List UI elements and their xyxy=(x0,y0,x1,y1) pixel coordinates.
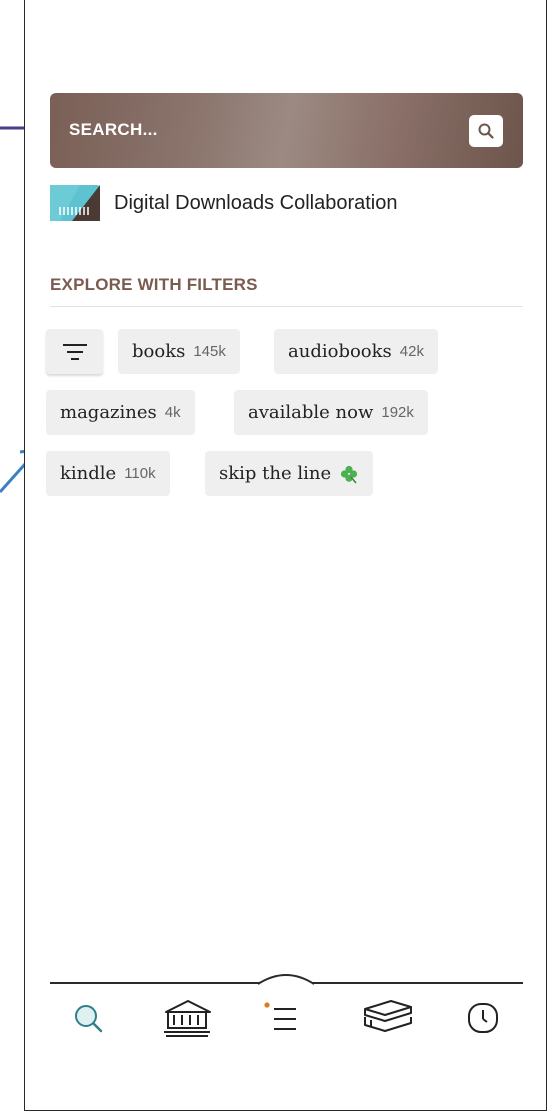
chip-count: 192k xyxy=(381,404,414,421)
chip-skip-the-line[interactable]: skip the line xyxy=(205,451,374,496)
chip-magazines[interactable]: magazines 4k xyxy=(46,390,195,435)
clover-icon xyxy=(341,465,358,484)
chip-count: 4k xyxy=(164,404,181,421)
chip-kindle[interactable]: kindle 110k xyxy=(46,451,170,496)
tab-menu[interactable] xyxy=(262,998,302,1038)
tab-search[interactable] xyxy=(68,998,108,1038)
chip-count: 110k xyxy=(124,465,156,482)
library-row[interactable]: Digital Downloads Collaboration xyxy=(50,185,398,221)
notification-dot xyxy=(264,1002,270,1008)
chip-label: available now xyxy=(248,402,374,423)
chip-label: skip the line xyxy=(219,463,332,484)
library-name: Digital Downloads Collaboration xyxy=(114,191,398,214)
search-icon xyxy=(478,123,494,139)
chip-count: 145k xyxy=(193,343,226,360)
section-title: EXPLORE WITH FILTERS xyxy=(50,275,258,294)
library-logo xyxy=(50,185,100,221)
filter-lines-icon xyxy=(62,343,87,360)
chip-count: 42k xyxy=(399,343,424,360)
chip-books[interactable]: books 145k xyxy=(118,329,240,374)
search-label: SEARCH... xyxy=(69,120,158,139)
chip-label: magazines xyxy=(60,402,157,423)
tab-bar-notch xyxy=(257,974,315,985)
chip-available-now[interactable]: available now 192k xyxy=(234,390,428,435)
chip-label: audiobooks xyxy=(288,341,392,362)
search-icon xyxy=(75,1005,103,1033)
menu-icon xyxy=(264,1002,296,1030)
section-divider xyxy=(50,306,523,307)
search-button[interactable] xyxy=(469,115,503,147)
tab-library[interactable] xyxy=(160,998,216,1038)
filter-settings-button[interactable] xyxy=(46,329,103,374)
chip-audiobooks[interactable]: audiobooks 42k xyxy=(274,329,438,374)
search-bar[interactable]: SEARCH... xyxy=(50,93,523,168)
library-icon xyxy=(164,1000,211,1037)
tab-bookshelf[interactable] xyxy=(360,998,416,1038)
books-stack-icon xyxy=(364,1000,412,1032)
chip-label: books xyxy=(132,341,186,362)
chip-label: kindle xyxy=(60,463,117,484)
clock-icon xyxy=(468,1003,498,1033)
tab-history[interactable] xyxy=(463,998,503,1038)
